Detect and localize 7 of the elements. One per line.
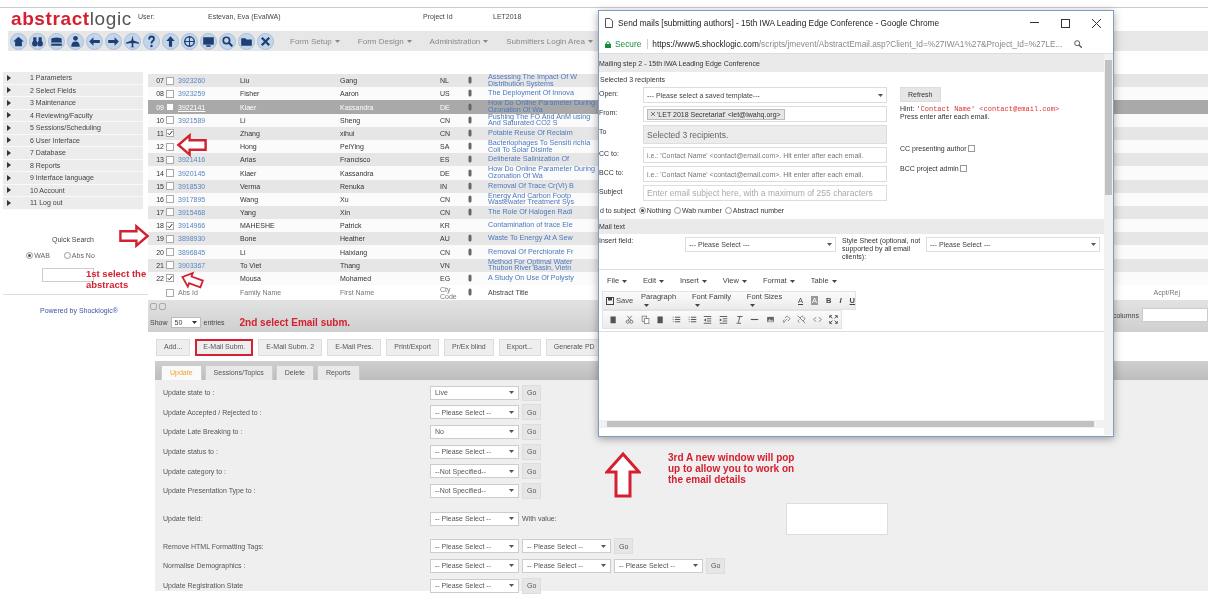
logo: abstractlogic [11, 10, 133, 28]
annotation-text: 2nd select Email subm. [239, 317, 351, 328]
recipients-field: Selected 3 recipients. [643, 125, 887, 144]
window-title: Send mails [submitting authors] - 15th IWA Leading Edge Conference - Google Chrome [618, 18, 940, 28]
annotation-text: 1st select the abstracts [86, 268, 148, 290]
secure-label: Secure [615, 39, 649, 49]
annotation-text: 3rd A new window will pop up to allow you to work on the email details [668, 452, 796, 485]
